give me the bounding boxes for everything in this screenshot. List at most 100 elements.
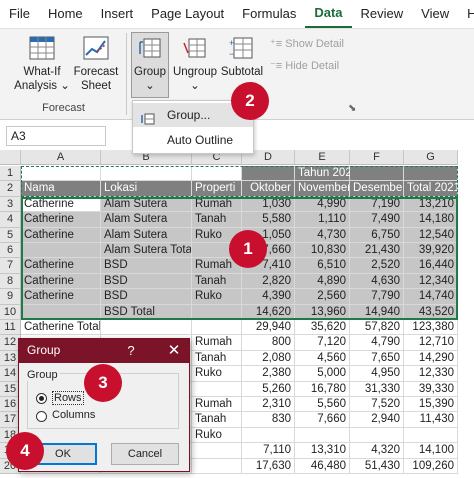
cell-a3[interactable]: Catherine <box>21 196 101 213</box>
cell-d10[interactable]: 14,620 <box>242 304 295 320</box>
cell-d11[interactable]: 29,940 <box>242 320 295 336</box>
cell-d19[interactable]: 7,110 <box>242 443 295 459</box>
cell-g14[interactable]: 12,330 <box>404 366 458 382</box>
cell-d20[interactable]: 17,630 <box>242 458 295 474</box>
cell-e11[interactable]: 35,620 <box>295 320 350 336</box>
column-header-f[interactable]: F <box>350 150 404 165</box>
menu-help[interactable]: Help <box>458 0 474 28</box>
cell-d16[interactable]: 2,310 <box>242 397 295 413</box>
ungroup-button[interactable]: Ungroup ⌄ <box>170 35 220 93</box>
cell-f12[interactable]: 4,790 <box>350 335 404 351</box>
subtotal-button[interactable]: + − Subtotal <box>219 35 265 79</box>
cell-c4[interactable]: Tanah <box>192 212 242 228</box>
cell-b11[interactable] <box>101 320 192 336</box>
cell-g19[interactable]: 14,100 <box>404 443 458 459</box>
cell-c9[interactable]: Ruko <box>192 289 242 305</box>
cell-g5[interactable]: 12,540 <box>404 227 458 243</box>
cell-f2[interactable]: Desember <box>350 181 404 197</box>
cell-d2[interactable]: Oktober <box>242 181 295 197</box>
cell-b10[interactable]: BSD Total <box>101 304 192 320</box>
cell-g16[interactable]: 15,390 <box>404 397 458 413</box>
cell-a1[interactable] <box>21 166 101 182</box>
cell-a5[interactable]: Catherine <box>21 227 101 243</box>
cell-d4[interactable]: 5,580 <box>242 212 295 228</box>
menu-file[interactable]: File <box>0 0 39 28</box>
menu-view[interactable]: View <box>412 0 458 28</box>
cell-g7[interactable]: 16,440 <box>404 258 458 274</box>
cell-e7[interactable]: 6,510 <box>295 258 350 274</box>
cell-e17[interactable]: 7,660 <box>295 412 350 428</box>
cell-f1[interactable] <box>350 166 404 182</box>
cell-g12[interactable]: 12,710 <box>404 335 458 351</box>
row-header-2[interactable]: 2 <box>0 181 21 197</box>
cell-g20[interactable]: 109,260 <box>404 458 458 474</box>
cell-e9[interactable]: 2,560 <box>295 289 350 305</box>
select-all-corner[interactable] <box>0 150 21 165</box>
cell-b6[interactable]: Alam Sutera Total <box>101 243 192 259</box>
cell-g18[interactable] <box>404 427 458 444</box>
cell-e14[interactable]: 5,000 <box>295 366 350 382</box>
outline-dialog-launcher-icon[interactable]: ⬊ <box>348 103 356 114</box>
cell-g3[interactable]: 13,210 <box>404 196 458 213</box>
cell-c18[interactable]: Ruko <box>192 427 242 444</box>
cell-c15[interactable] <box>192 381 242 397</box>
row-header-11[interactable]: 11 <box>0 320 21 336</box>
forecast-sheet-button[interactable]: Forecast Sheet <box>70 35 122 93</box>
cell-g1[interactable] <box>404 166 458 182</box>
cell-e10[interactable]: 13,960 <box>295 304 350 320</box>
row-header-1[interactable]: 1 <box>0 166 21 182</box>
cell-c12[interactable]: Rumah <box>192 335 242 351</box>
cell-c2[interactable]: Properti <box>192 181 242 197</box>
cell-b8[interactable]: BSD <box>101 273 192 290</box>
cell-f17[interactable]: 2,940 <box>350 412 404 428</box>
cell-f6[interactable]: 21,430 <box>350 243 404 259</box>
cell-f4[interactable]: 7,490 <box>350 212 404 228</box>
cell-e15[interactable]: 16,780 <box>295 381 350 397</box>
column-header-a[interactable]: A <box>21 150 101 165</box>
name-box[interactable]: A3 <box>6 126 106 146</box>
cell-d12[interactable]: 800 <box>242 335 295 351</box>
cell-e6[interactable]: 10,830 <box>295 243 350 259</box>
row-header-4[interactable]: 4 <box>0 212 21 228</box>
menu-insert[interactable]: Insert <box>92 0 143 28</box>
cell-c8[interactable]: Tanah <box>192 273 242 290</box>
cell-f20[interactable]: 51,430 <box>350 458 404 474</box>
cell-d17[interactable]: 830 <box>242 412 295 428</box>
cell-e1[interactable]: Tahun 2021 <box>295 166 358 182</box>
cell-g13[interactable]: 14,290 <box>404 350 458 367</box>
cell-c14[interactable]: Ruko <box>192 366 242 382</box>
column-header-g[interactable]: G <box>404 150 458 165</box>
row-header-8[interactable]: 8 <box>0 273 21 290</box>
cell-f18[interactable] <box>350 427 404 444</box>
cell-b5[interactable]: Alam Sutera <box>101 227 192 243</box>
close-icon[interactable]: ✕ <box>161 339 187 363</box>
show-detail-button[interactable]: ⁺≡ Show Detail <box>270 37 344 50</box>
cell-c3[interactable]: Rumah <box>192 196 242 213</box>
cell-e8[interactable]: 4,890 <box>295 273 350 290</box>
cell-a2[interactable]: Nama <box>21 181 101 197</box>
cell-c1[interactable] <box>192 166 242 182</box>
columns-radio[interactable] <box>36 411 47 422</box>
cell-f19[interactable]: 4,320 <box>350 443 404 459</box>
row-header-9[interactable]: 9 <box>0 289 21 305</box>
cell-c11[interactable] <box>192 320 242 336</box>
cell-b3[interactable]: Alam Sutera <box>101 196 192 213</box>
cell-g6[interactable]: 39,920 <box>404 243 458 259</box>
cell-b2[interactable]: Lokasi <box>101 181 192 197</box>
cell-a9[interactable]: Catherine <box>21 289 101 305</box>
cell-f8[interactable]: 4,630 <box>350 273 404 290</box>
cell-f5[interactable]: 6,750 <box>350 227 404 243</box>
group-button[interactable]: Group ⌄ <box>131 35 169 93</box>
menu-page-layout[interactable]: Page Layout <box>142 0 233 28</box>
cell-b7[interactable]: BSD <box>101 258 192 274</box>
menu-data[interactable]: Data <box>305 0 352 28</box>
cell-e12[interactable]: 7,120 <box>295 335 350 351</box>
cell-g2[interactable]: Total 2021 <box>404 181 458 197</box>
what-if-analysis-button[interactable]: What-If Analysis ⌄ <box>12 35 72 93</box>
hide-detail-button[interactable]: ⁻≡ Hide Detail <box>270 59 339 72</box>
cell-b9[interactable]: BSD <box>101 289 192 305</box>
cell-d14[interactable]: 2,380 <box>242 366 295 382</box>
cell-f11[interactable]: 57,820 <box>350 320 404 336</box>
cell-a7[interactable]: Catherine <box>21 258 101 274</box>
row-header-5[interactable]: 5 <box>0 227 21 243</box>
